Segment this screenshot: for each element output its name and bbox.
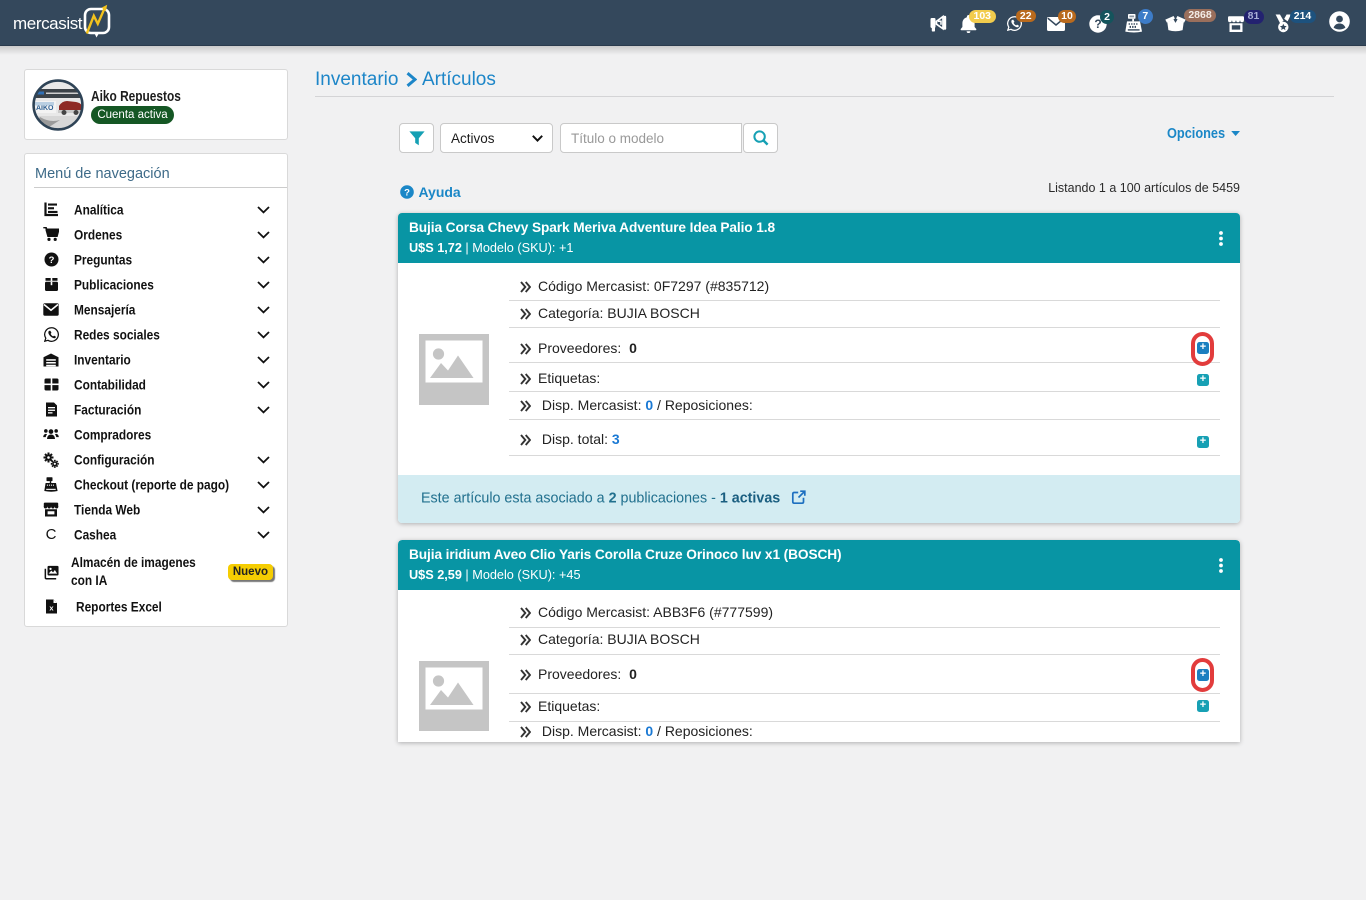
svg-text:AIKO: AIKO <box>36 105 54 112</box>
svg-text:?: ? <box>404 188 410 199</box>
svg-text:?: ? <box>48 255 54 266</box>
